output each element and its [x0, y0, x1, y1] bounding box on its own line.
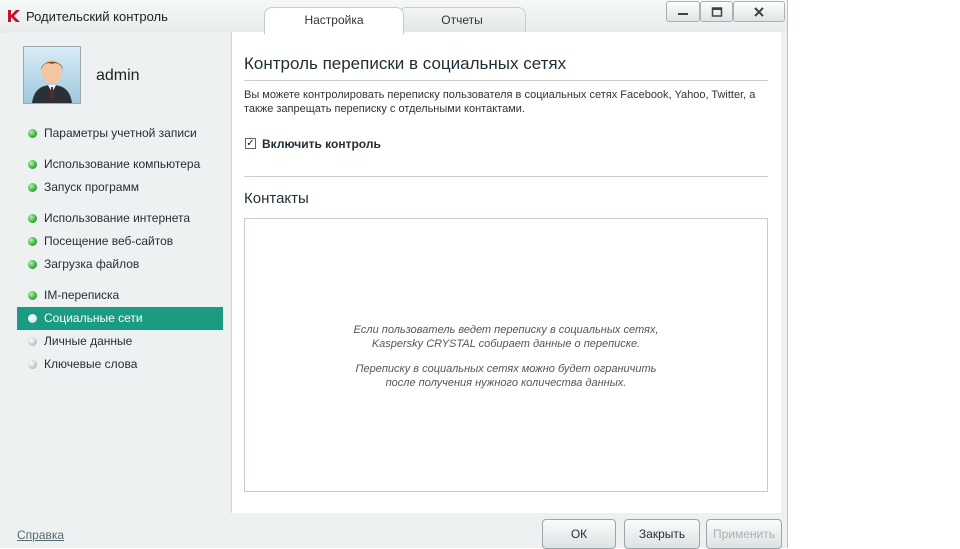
close-icon — [754, 6, 764, 17]
info-text: Если пользователь ведет переписку в соци… — [353, 324, 659, 336]
sidebar-item-computer-usage[interactable]: Использование компьютера — [17, 153, 223, 176]
kaspersky-logo-icon — [8, 10, 20, 22]
avatar[interactable] — [23, 46, 81, 104]
status-dot-icon — [28, 360, 37, 369]
sidebar-item-downloads[interactable]: Загрузка файлов — [17, 253, 223, 276]
status-dot-icon — [28, 260, 37, 269]
sidebar-item-label: Личные данные — [44, 334, 133, 348]
sidebar: admin Параметры учетной записи Использов… — [10, 32, 230, 513]
status-dot-icon — [28, 337, 37, 346]
status-dot-icon — [28, 183, 37, 192]
sidebar-item-label: Использование компьютера — [44, 157, 201, 171]
minimize-icon — [678, 12, 688, 15]
sidebar-item-label: Использование интернета — [44, 211, 191, 225]
username: admin — [96, 67, 140, 84]
close-button[interactable]: Закрыть — [624, 519, 700, 549]
sidebar-item-account-settings[interactable]: Параметры учетной записи — [17, 122, 223, 145]
parental-control-window: Родительский контроль Отчеты Настройка a… — [0, 0, 788, 549]
maximize-icon — [711, 6, 722, 17]
status-dot-icon — [28, 214, 37, 223]
sidebar-item-label: Ключевые слова — [44, 357, 138, 371]
sidebar-item-label: Загрузка файлов — [44, 257, 140, 271]
status-dot-icon — [28, 291, 37, 300]
page-title: Контроль переписки в социальных сетях — [244, 54, 567, 73]
close-window-button[interactable] — [733, 1, 785, 22]
help-link[interactable]: Справка — [17, 528, 64, 542]
title-bar: Родительский контроль Отчеты Настройка — [0, 0, 787, 34]
sidebar-item-label: IM-переписка — [44, 288, 120, 302]
enable-control-checkbox[interactable]: ✓ — [245, 138, 256, 149]
sidebar-item-keywords[interactable]: Ключевые слова — [17, 353, 223, 376]
sidebar-item-im[interactable]: IM-переписка — [17, 284, 223, 307]
sidebar-item-websites[interactable]: Посещение веб-сайтов — [17, 230, 223, 253]
ok-button[interactable]: ОК — [542, 519, 616, 549]
status-dot-icon — [28, 160, 37, 169]
info-text: Kaspersky CRYSTAL собирает данные о пере… — [371, 338, 641, 350]
info-text: после получения нужного количества данны… — [385, 377, 627, 389]
sidebar-item-label: Параметры учетной записи — [44, 126, 197, 140]
sidebar-item-label: Посещение веб-сайтов — [44, 234, 174, 248]
description: Вы можете контролировать переписку польз… — [244, 89, 756, 115]
status-dot-icon — [28, 237, 37, 246]
status-dot-icon — [28, 314, 37, 323]
contacts-list[interactable]: Если пользователь ведет переписку в соци… — [244, 218, 768, 492]
main-panel: Контроль переписки в социальных сетях Вы… — [231, 32, 781, 513]
sidebar-item-internet-usage[interactable]: Использование интернета — [17, 207, 223, 230]
tab-settings[interactable]: Настройка — [264, 7, 404, 34]
sidebar-item-program-launch[interactable]: Запуск программ — [17, 176, 223, 199]
sidebar-item-social-networks[interactable]: Социальные сети — [17, 307, 223, 330]
contacts-title: Контакты — [244, 190, 309, 207]
status-dot-icon — [28, 129, 37, 138]
info-text: Переписку в социальных сетях можно будет… — [355, 363, 657, 375]
minimize-button[interactable] — [666, 1, 700, 22]
apply-button[interactable]: Применить — [706, 519, 782, 549]
tab-reports[interactable]: Отчеты — [398, 7, 526, 33]
enable-control-label[interactable]: Включить контроль — [262, 137, 381, 151]
user-avatar-icon — [24, 47, 80, 103]
maximize-button[interactable] — [700, 1, 733, 22]
sidebar-item-label: Социальные сети — [44, 311, 143, 325]
divider — [244, 176, 768, 177]
window-title: Родительский контроль — [26, 9, 168, 24]
divider — [244, 80, 768, 81]
sidebar-item-personal-data[interactable]: Личные данные — [17, 330, 223, 353]
sidebar-item-label: Запуск программ — [44, 180, 139, 194]
